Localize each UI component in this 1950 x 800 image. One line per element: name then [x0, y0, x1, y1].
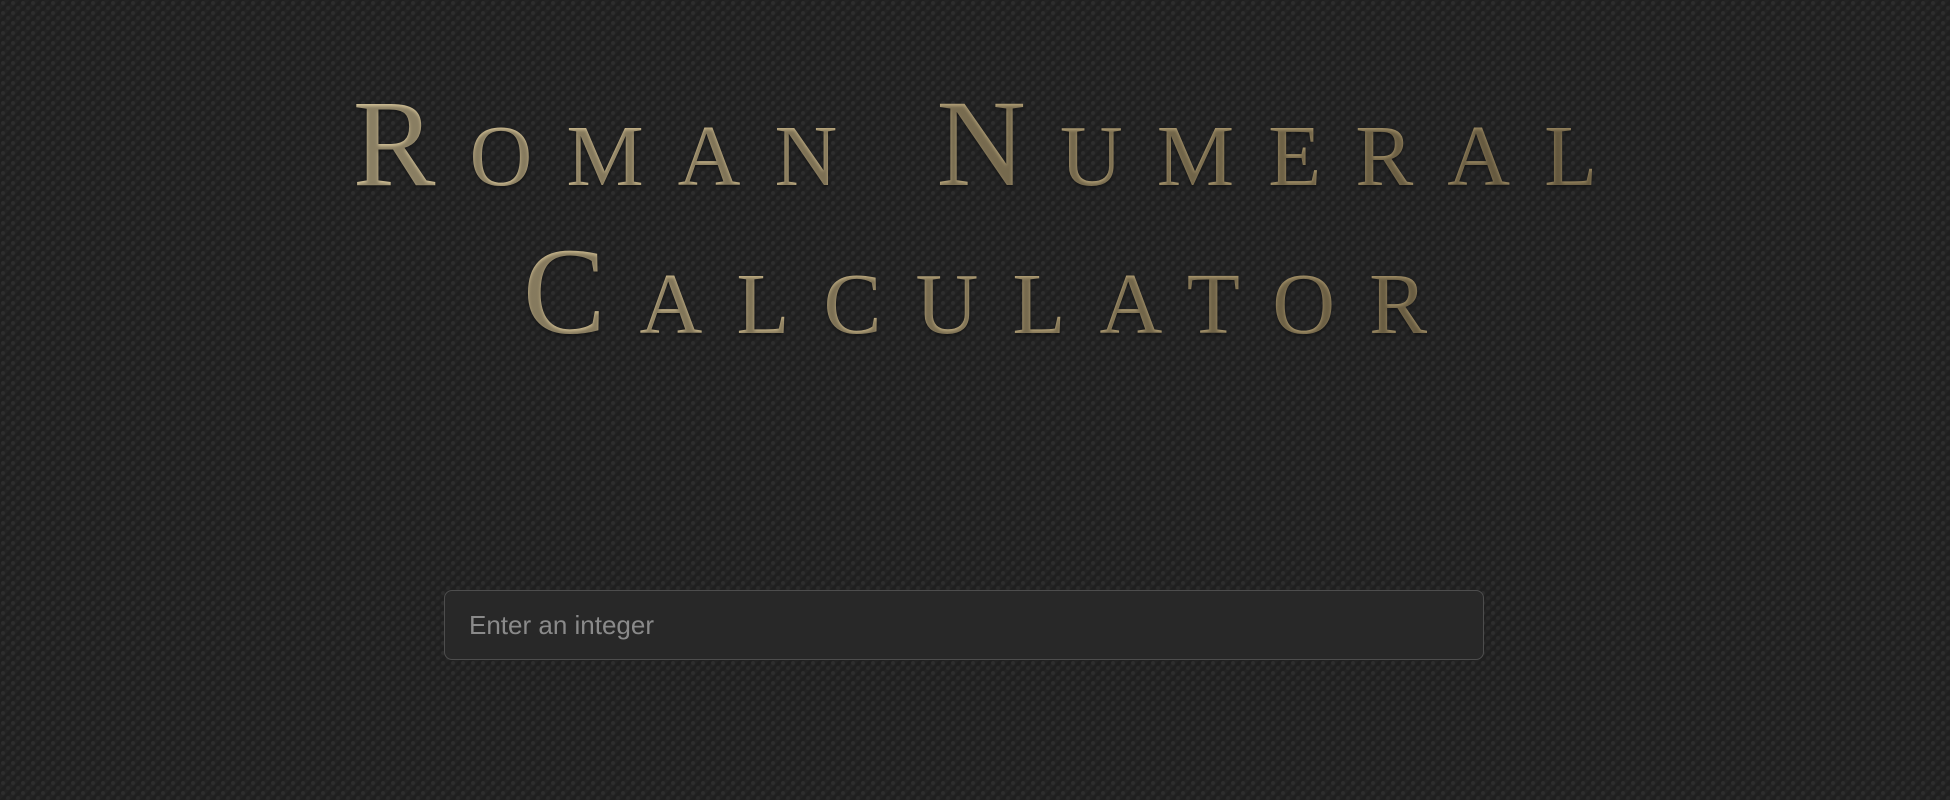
page-header: Roman Numeral Calculator: [0, 70, 1950, 366]
page-title-line-1: Roman Numeral: [352, 75, 1632, 212]
page-title: Roman Numeral Calculator: [0, 70, 1950, 366]
page-title-line-2: Calculator: [522, 223, 1462, 360]
integer-input[interactable]: [444, 590, 1484, 660]
converter-input-container: [444, 590, 1484, 660]
